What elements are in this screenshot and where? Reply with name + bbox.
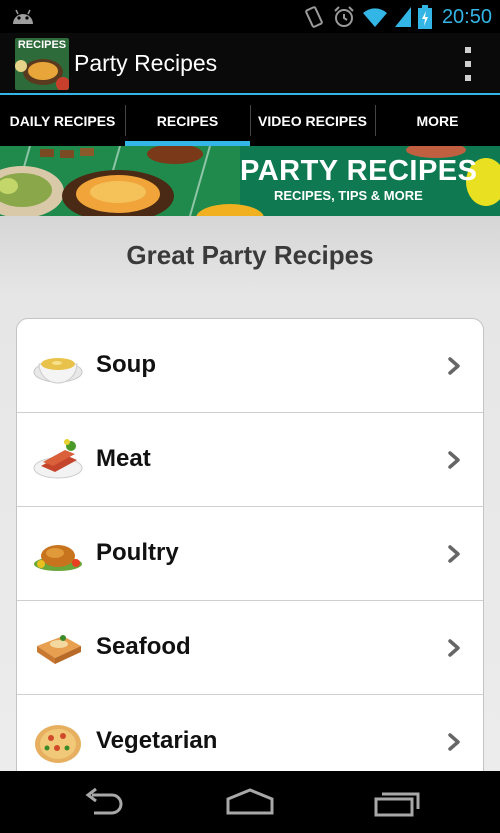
android-icon — [13, 9, 33, 24]
clock-time: 20:50 — [441, 5, 492, 28]
battery-charging-icon — [417, 5, 432, 29]
roast-chicken-icon — [34, 545, 82, 571]
vibrate-icon — [305, 6, 323, 28]
list-item-label: Seafood — [96, 633, 191, 660]
recent-apps-icon[interactable] — [374, 787, 422, 817]
list-item-poultry[interactable]: Poultry — [17, 507, 483, 601]
pizza-icon — [35, 725, 81, 763]
page-title: Great Party Recipes — [126, 240, 374, 270]
tab-daily-recipes[interactable]: DAILY RECIPES — [0, 95, 125, 146]
chevron-right-icon — [448, 357, 460, 375]
soup-bowl-icon — [33, 358, 83, 384]
recipe-category-list: Soup Meat Poultry Seafood Vegetarian — [16, 318, 484, 771]
seafood-dish-icon — [37, 635, 81, 664]
system-nav-bar — [0, 771, 500, 833]
list-item-label: Meat — [96, 445, 151, 472]
chevron-right-icon — [448, 451, 460, 469]
list-item-vegetarian[interactable]: Vegetarian — [17, 695, 483, 771]
banner-title: PARTY RECIPES — [240, 155, 478, 187]
list-item-label: Soup — [96, 351, 156, 378]
list-item-seafood[interactable]: Seafood — [17, 601, 483, 695]
status-bar: 20:50 — [0, 0, 500, 33]
meat-plate-icon — [33, 439, 83, 479]
list-item-soup[interactable]: Soup — [17, 319, 483, 413]
app-icon[interactable]: RECIPES — [15, 38, 69, 90]
home-icon[interactable] — [226, 787, 274, 817]
chevron-right-icon — [448, 733, 460, 751]
tab-video-recipes[interactable]: VIDEO RECIPES — [250, 95, 375, 146]
list-item-label: Poultry — [96, 539, 179, 566]
alarm-icon — [334, 6, 354, 27]
back-icon[interactable] — [82, 787, 128, 817]
wifi-icon — [362, 8, 387, 27]
promo-banner[interactable]: PARTY RECIPES RECIPES, TIPS & MORE — [0, 146, 500, 216]
app-title: Party Recipes — [74, 50, 218, 76]
tab-recipes[interactable]: RECIPES — [125, 95, 250, 146]
app-icon-food-image — [15, 59, 69, 90]
tab-bar: DAILY RECIPES RECIPES VIDEO RECIPES MORE — [0, 95, 500, 146]
action-bar: RECIPES Party Recipes — [0, 33, 500, 94]
main-content: Great Party Recipes Soup Meat Poultry Se… — [0, 216, 500, 771]
chevron-right-icon — [448, 545, 460, 563]
overflow-menu-icon[interactable] — [462, 47, 474, 81]
chevron-right-icon — [448, 639, 460, 657]
signal-icon — [394, 7, 411, 27]
tab-more[interactable]: MORE — [375, 95, 500, 146]
list-item-label: Vegetarian — [96, 727, 218, 754]
list-item-meat[interactable]: Meat — [17, 413, 483, 507]
banner-subtitle: RECIPES, TIPS & MORE — [274, 188, 423, 203]
